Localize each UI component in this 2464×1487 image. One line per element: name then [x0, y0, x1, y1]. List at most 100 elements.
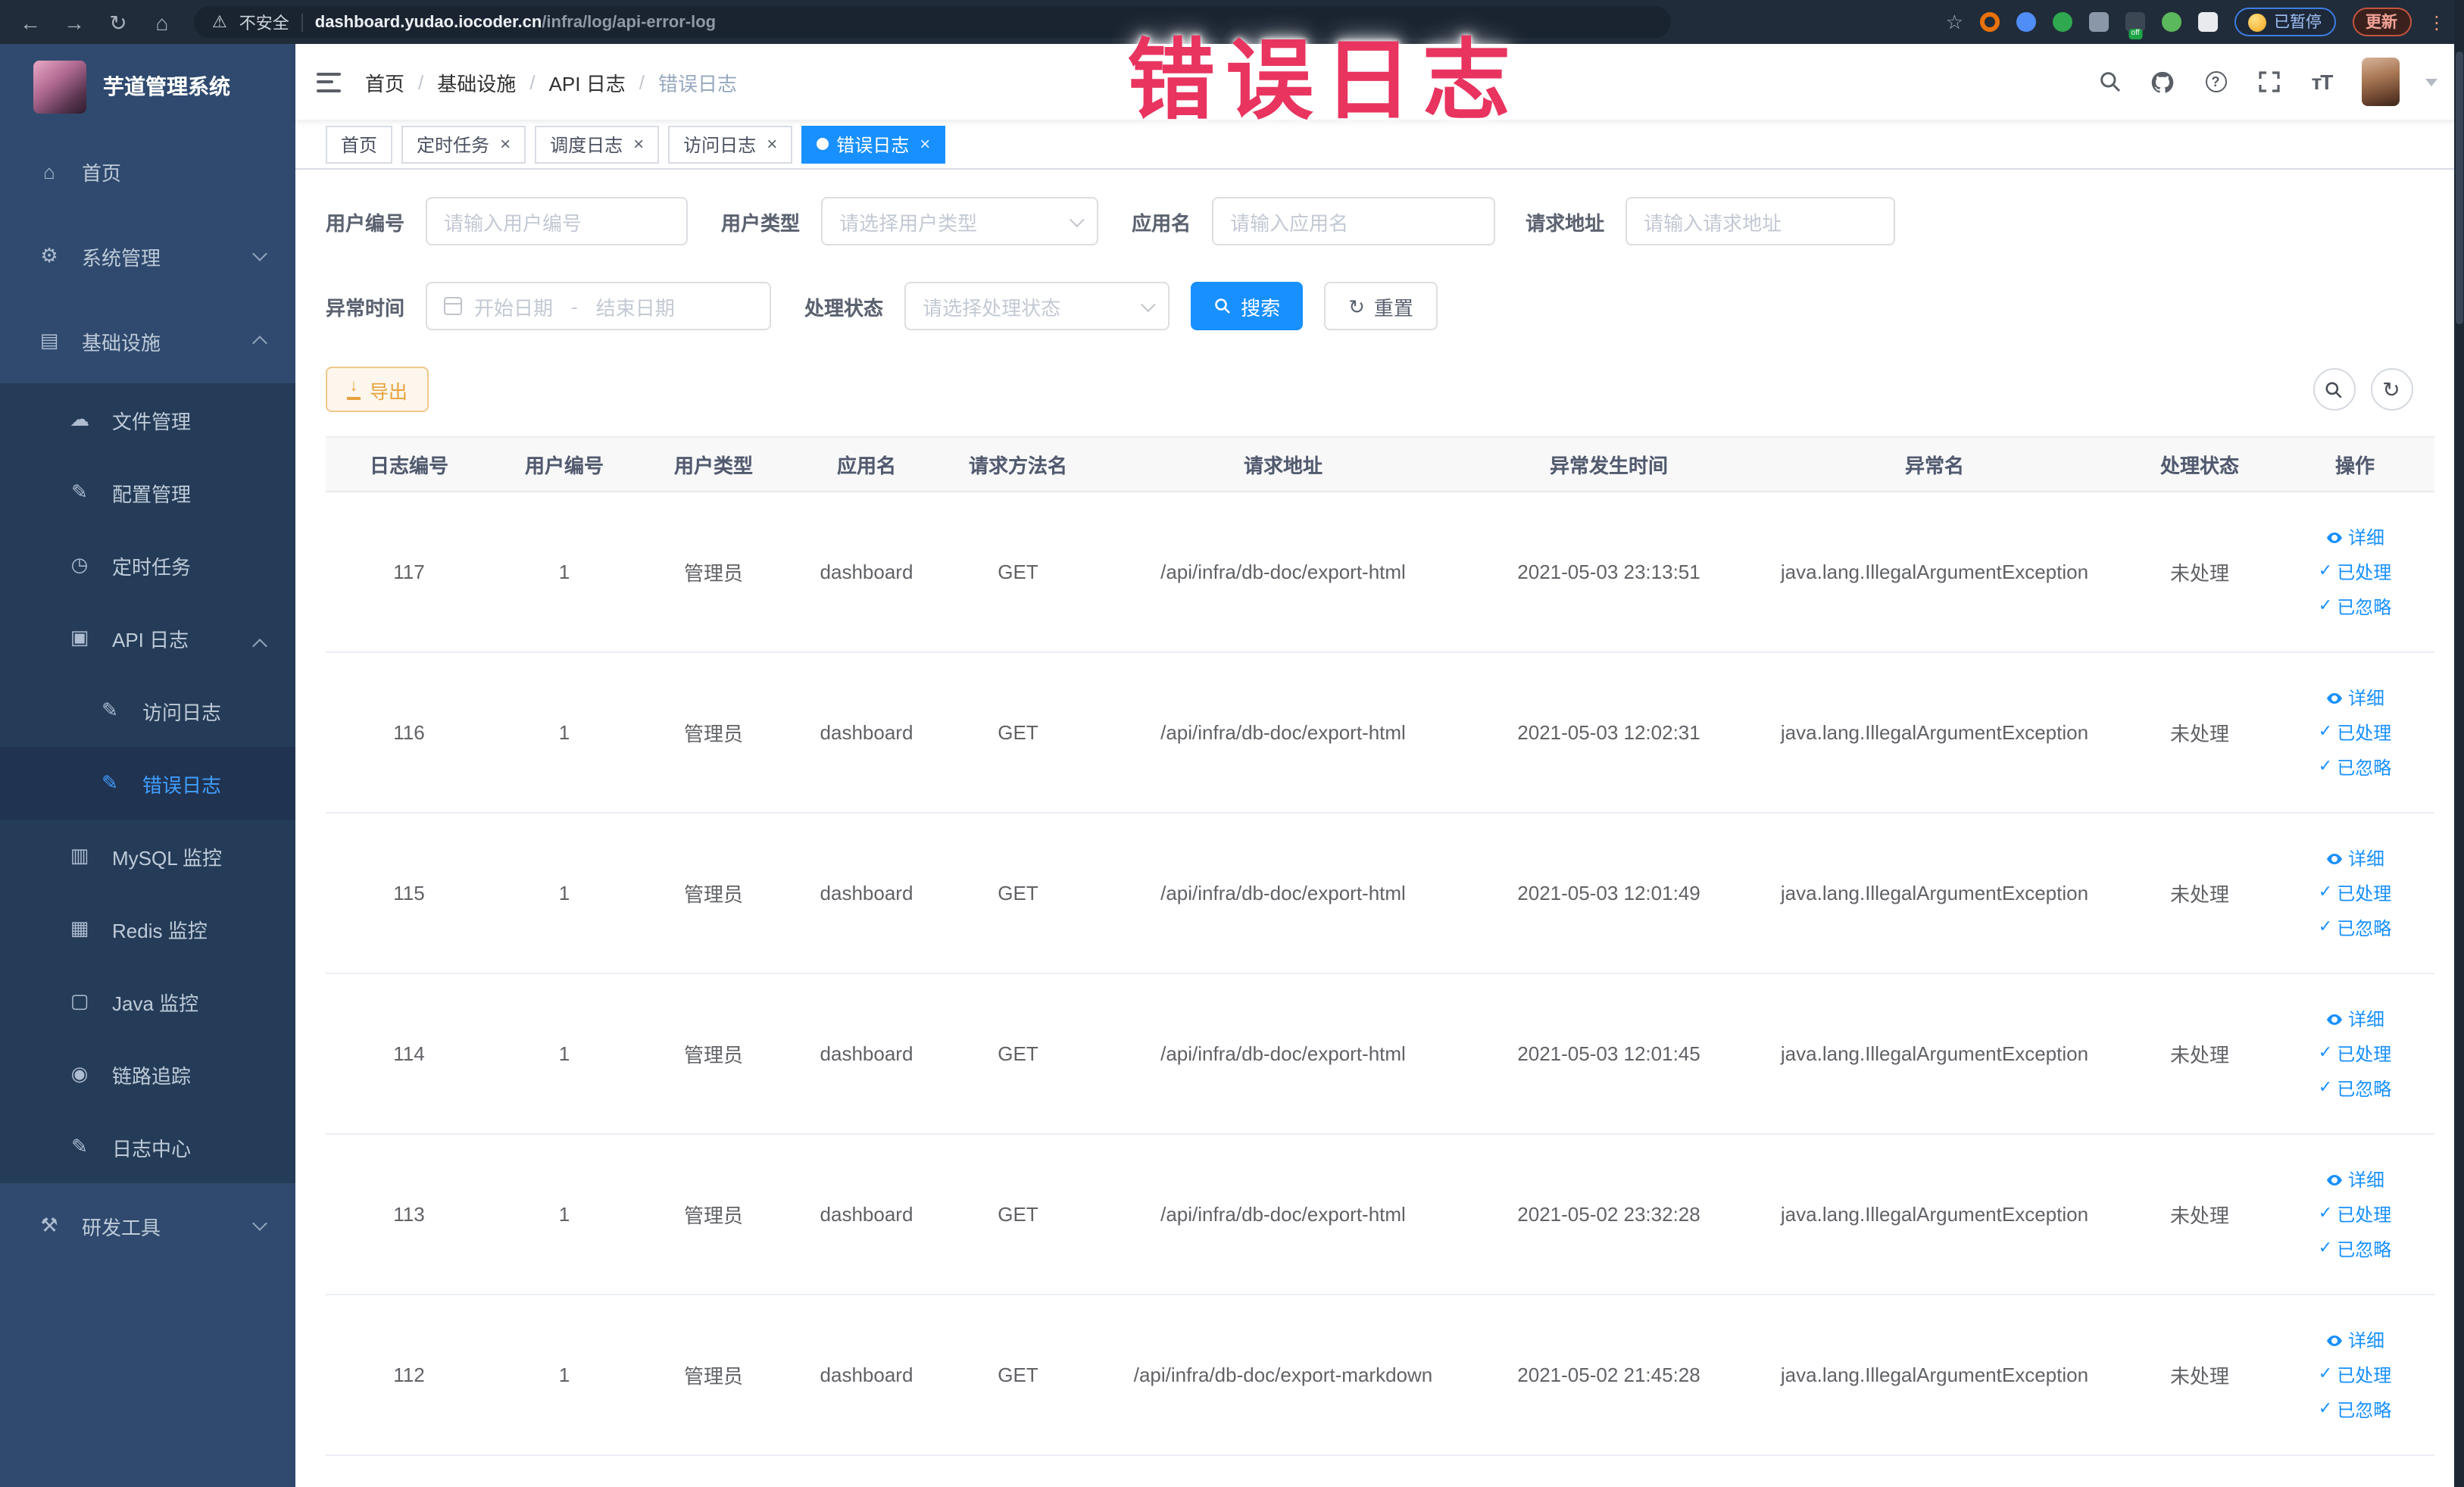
- sidebar-item-log-center[interactable]: ✎ 日志中心: [0, 1111, 295, 1183]
- extension-blue-drop[interactable]: [2016, 12, 2036, 32]
- sidebar-item-infrastructure[interactable]: ▤ 基础设施: [0, 298, 295, 383]
- home-icon[interactable]: ⌂: [150, 11, 174, 33]
- breadcrumb-item[interactable]: 首页: [365, 67, 404, 96]
- page: ← → ↻ ⌂ ⚠ 不安全 dashboard.yudao.iocoder.cn…: [0, 0, 2464, 1487]
- filter-row-1: 用户编号 请输入用户编号 用户类型 请选择用户类型 应用名 请输入应用名 请求地…: [326, 197, 2434, 245]
- tab-error-log[interactable]: 错误日志 ×: [801, 125, 946, 163]
- sidebar-item-system-management[interactable]: ⚙ 系统管理: [0, 214, 295, 298]
- action-label: 已处理: [2337, 883, 2392, 904]
- sidebar-item-dev-tools[interactable]: ⚒ 研发工具: [0, 1183, 295, 1268]
- sidebar-item-api-log[interactable]: ▣ API 日志: [0, 601, 295, 674]
- sidebar-item-home[interactable]: ⌂ 首页: [0, 129, 295, 214]
- sidebar-item-java-monitor[interactable]: ▢ Java 监控: [0, 965, 295, 1038]
- sidebar-item-access-log[interactable]: ✎ 访问日志: [0, 674, 295, 747]
- close-icon[interactable]: ×: [767, 133, 777, 155]
- reload-icon[interactable]: ↻: [106, 11, 130, 33]
- mark-ignored-link[interactable]: ✓ 已忽略: [2319, 1397, 2391, 1423]
- extension-orange-ring[interactable]: [1980, 12, 2000, 32]
- sidebar-item-error-log[interactable]: ✎ 错误日志: [0, 747, 295, 820]
- request-url-input[interactable]: 请输入请求地址: [1625, 197, 1896, 245]
- extension-grid[interactable]: [2089, 12, 2109, 32]
- mark-processed-link[interactable]: ✓ 已处理: [2319, 720, 2391, 745]
- search-icon[interactable]: [2096, 68, 2123, 95]
- search-icon: [2325, 381, 2342, 398]
- mark-ignored-link[interactable]: ✓ 已忽略: [2319, 754, 2391, 780]
- detail-link[interactable]: 详细: [2325, 1327, 2384, 1353]
- logo-row[interactable]: 芋道管理系统: [0, 44, 295, 129]
- close-icon[interactable]: ×: [633, 133, 644, 155]
- extension-stripes[interactable]: off: [2125, 12, 2145, 39]
- cell-user-id: 1: [492, 813, 636, 974]
- sidebar-item-redis-monitor[interactable]: ▦ Redis 监控: [0, 892, 295, 965]
- breadcrumb-item[interactable]: API 日志: [549, 67, 626, 96]
- mark-ignored-link[interactable]: ✓ 已忽略: [2319, 915, 2391, 941]
- help-icon[interactable]: ?: [2202, 68, 2229, 95]
- mark-processed-link[interactable]: ✓ 已处理: [2319, 559, 2391, 585]
- tab-home[interactable]: 首页: [326, 125, 393, 163]
- exception-time-label: 异常时间: [326, 296, 405, 319]
- app-name-input[interactable]: 请输入应用名: [1212, 197, 1496, 245]
- hamburger-icon[interactable]: [317, 72, 341, 92]
- reset-button[interactable]: ↻ 重置: [1324, 282, 1438, 330]
- sidebar-item-label: 文件管理: [112, 410, 192, 433]
- address-bar[interactable]: ⚠ 不安全 dashboard.yudao.iocoder.cn/infra/l…: [194, 6, 1671, 38]
- action-label: 详细: [2347, 1009, 2384, 1030]
- check-icon: ✓: [2318, 1239, 2333, 1257]
- font-size-icon[interactable]: тT: [2308, 68, 2335, 95]
- mark-processed-link[interactable]: ✓ 已处理: [2319, 880, 2391, 906]
- show-search-button[interactable]: [2313, 368, 2355, 411]
- extension-green-circle[interactable]: [2053, 12, 2072, 32]
- refresh-table-button[interactable]: ↻: [2370, 368, 2412, 411]
- back-icon[interactable]: ←: [18, 11, 42, 33]
- date-range-picker[interactable]: 开始日期 - 结束日期: [426, 282, 772, 330]
- cell-method: GET: [942, 1134, 1094, 1295]
- mark-ignored-link[interactable]: ✓ 已忽略: [2319, 594, 2391, 620]
- detail-link[interactable]: 详细: [2325, 685, 2384, 711]
- navbar-actions: ? тT: [2096, 58, 2437, 106]
- scrollbar-thumb[interactable]: [2455, 52, 2462, 324]
- update-button[interactable]: 更新: [2352, 8, 2411, 36]
- breadcrumb-item[interactable]: 基础设施: [437, 67, 516, 96]
- scrollbar[interactable]: [2453, 0, 2464, 1487]
- avatar[interactable]: [2361, 58, 2399, 106]
- sidebar-item-file-management[interactable]: ☁ 文件管理: [0, 383, 295, 456]
- table-row: 113 1 管理员 dashboard GET/api/infra/db-doc/exp…: [326, 1134, 2434, 1295]
- mark-processed-link[interactable]: ✓ 已处理: [2319, 1041, 2391, 1067]
- tab-schedule-log[interactable]: 调度日志 ×: [535, 125, 660, 163]
- detail-link[interactable]: 详细: [2325, 1006, 2384, 1032]
- detail-link[interactable]: 详细: [2325, 524, 2384, 550]
- browser-menu-icon[interactable]: ⋮: [2428, 11, 2446, 33]
- chevron-down-icon[interactable]: [2425, 78, 2437, 86]
- mark-processed-link[interactable]: ✓ 已处理: [2319, 1201, 2391, 1227]
- sidebar-item-config-management[interactable]: ✎ 配置管理: [0, 456, 295, 529]
- sidebar-item-scheduled-tasks[interactable]: ◷ 定时任务: [0, 529, 295, 601]
- extension-white-star[interactable]: [2198, 12, 2218, 32]
- mark-ignored-link[interactable]: ✓ 已忽略: [2319, 1076, 2391, 1101]
- logo-avatar: [33, 60, 86, 113]
- extension-green-leaf[interactable]: [2162, 12, 2181, 32]
- export-button[interactable]: ↓ 导出: [326, 367, 429, 412]
- github-icon[interactable]: [2149, 68, 2176, 95]
- forward-icon[interactable]: →: [62, 11, 86, 33]
- mark-ignored-link[interactable]: ✓ 已忽略: [2319, 1236, 2391, 1262]
- tab-access-log[interactable]: 访问日志 ×: [668, 125, 793, 163]
- detail-link[interactable]: 详细: [2325, 1167, 2384, 1192]
- mark-processed-link[interactable]: ✓ 已处理: [2319, 1362, 2391, 1388]
- url-domain: dashboard.yudao.iocoder.cn: [314, 13, 542, 31]
- download-icon: ↓: [347, 379, 361, 400]
- user-id-input[interactable]: 请输入用户编号: [426, 197, 689, 245]
- process-status-select[interactable]: 请选择处理状态: [904, 282, 1170, 330]
- close-icon[interactable]: ×: [920, 133, 930, 155]
- fullscreen-icon[interactable]: [2255, 68, 2282, 95]
- close-icon[interactable]: ×: [500, 133, 511, 155]
- sidebar-item-mysql-monitor[interactable]: ▥ MySQL 监控: [0, 820, 295, 892]
- column-header: 请求方法名: [942, 436, 1094, 492]
- tab-scheduled-tasks[interactable]: 定时任务 ×: [401, 125, 526, 163]
- detail-link[interactable]: 详细: [2325, 845, 2384, 871]
- breadcrumb: 首页 / 基础设施 / API 日志 / 错误日志: [365, 67, 737, 96]
- sidebar-item-trace[interactable]: ◉ 链路追踪: [0, 1038, 295, 1111]
- search-button[interactable]: 搜索: [1191, 282, 1304, 330]
- paused-badge[interactable]: 已暂停: [2234, 8, 2335, 36]
- bookmark-star-icon[interactable]: ☆: [1946, 10, 1963, 34]
- user-type-select[interactable]: 请选择用户类型: [821, 197, 1099, 245]
